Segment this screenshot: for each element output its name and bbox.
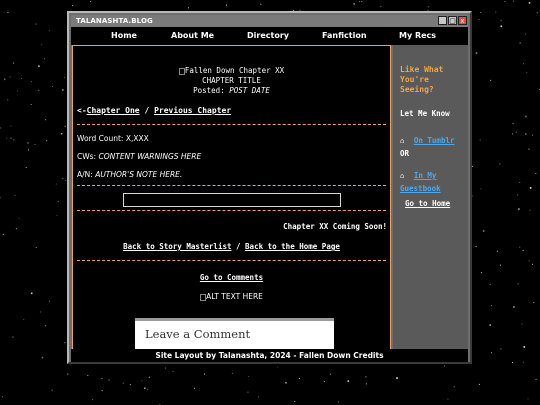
minimize-button[interactable]: _ <box>438 16 447 25</box>
alt-text-image: ALT TEXT HERE <box>73 292 390 301</box>
chapter-one-link[interactable]: Chapter One <box>87 106 140 115</box>
or-text: OR <box>400 149 410 158</box>
home-icon: ⌂ <box>400 172 405 180</box>
authors-note: A/N: AUTHOR'S NOTE HERE. <box>77 170 183 179</box>
close-button[interactable]: x <box>458 16 467 25</box>
back-to-home-link[interactable]: Back to the Home Page <box>245 242 340 251</box>
divider <box>77 210 386 211</box>
title-bar[interactable]: TALANASHTA.BLOG _ ▢ x <box>71 15 468 27</box>
window-title: TALANASHTA.BLOG <box>76 17 153 25</box>
go-home-wrap: Go to Home <box>405 199 450 208</box>
chapter-title: CHAPTER TITLE <box>202 76 261 85</box>
main-content[interactable]: Fallen Down Chapter XX CHAPTER TITLE Pos… <box>72 45 391 350</box>
back-links: Back to Story Masterlist / Back to the H… <box>123 242 340 251</box>
tumblr-link-row: ⌂ On Tumblr <box>400 128 455 147</box>
word-count: Word Count: X,XXX <box>77 134 149 143</box>
content-warnings: CWs: CONTENT WARNINGS HERE <box>77 152 202 161</box>
footer: Site Layout by Talanashta, 2024 - Fallen… <box>71 349 468 362</box>
guestbook-link[interactable]: In My Guestbook <box>400 171 441 193</box>
nav-directory[interactable]: Directory <box>247 31 289 40</box>
back-to-masterlist-link[interactable]: Back to Story Masterlist <box>123 242 231 251</box>
posted-date: Posted: POST DATE <box>193 86 270 95</box>
nav-my-recs[interactable]: My Recs <box>399 31 436 40</box>
sidebar: Like What You're Seeing? Let Me Know ⌂ O… <box>393 45 468 350</box>
sidebar-heading: Like What You're Seeing? <box>400 65 444 94</box>
divider <box>77 124 386 125</box>
home-icon: ⌂ <box>400 137 405 145</box>
maximize-button[interactable]: ▢ <box>448 16 457 25</box>
divider <box>77 185 386 186</box>
go-to-comments-link[interactable]: Go to Comments <box>200 273 263 282</box>
guestbook-link-row: ⌂ In My Guestbook <box>400 168 462 193</box>
let-me-know-text: Let Me Know <box>400 109 450 118</box>
chapter-header-image: Fallen Down Chapter XX <box>73 66 390 75</box>
footer-credits[interactable]: Site Layout by Talanashta, 2024 - Fallen… <box>71 351 468 360</box>
go-to-comments-wrap: Go to Comments <box>73 273 390 282</box>
chapter-text-box[interactable] <box>123 193 341 207</box>
divider <box>77 260 386 261</box>
chapter-navigation: <-Chapter One / Previous Chapter <box>77 106 232 115</box>
nav-home[interactable]: Home <box>111 31 137 40</box>
browser-window: TALANASHTA.BLOG _ ▢ x Home About Me Dire… <box>67 11 472 364</box>
comment-form[interactable]: Leave a Comment <box>135 318 334 349</box>
nav-fanfiction[interactable]: Fanfiction <box>322 31 367 40</box>
nav-about-me[interactable]: About Me <box>171 31 214 40</box>
tumblr-link[interactable]: On Tumblr <box>414 136 455 145</box>
leave-comment-heading: Leave a Comment <box>145 327 251 341</box>
previous-chapter-link[interactable]: Previous Chapter <box>154 106 231 115</box>
next-chapter-notice: Chapter XX Coming Soon! <box>283 222 387 231</box>
nav-bar: Home About Me Directory Fanfiction My Re… <box>71 27 468 45</box>
go-to-home-link[interactable]: Go to Home <box>405 199 450 208</box>
